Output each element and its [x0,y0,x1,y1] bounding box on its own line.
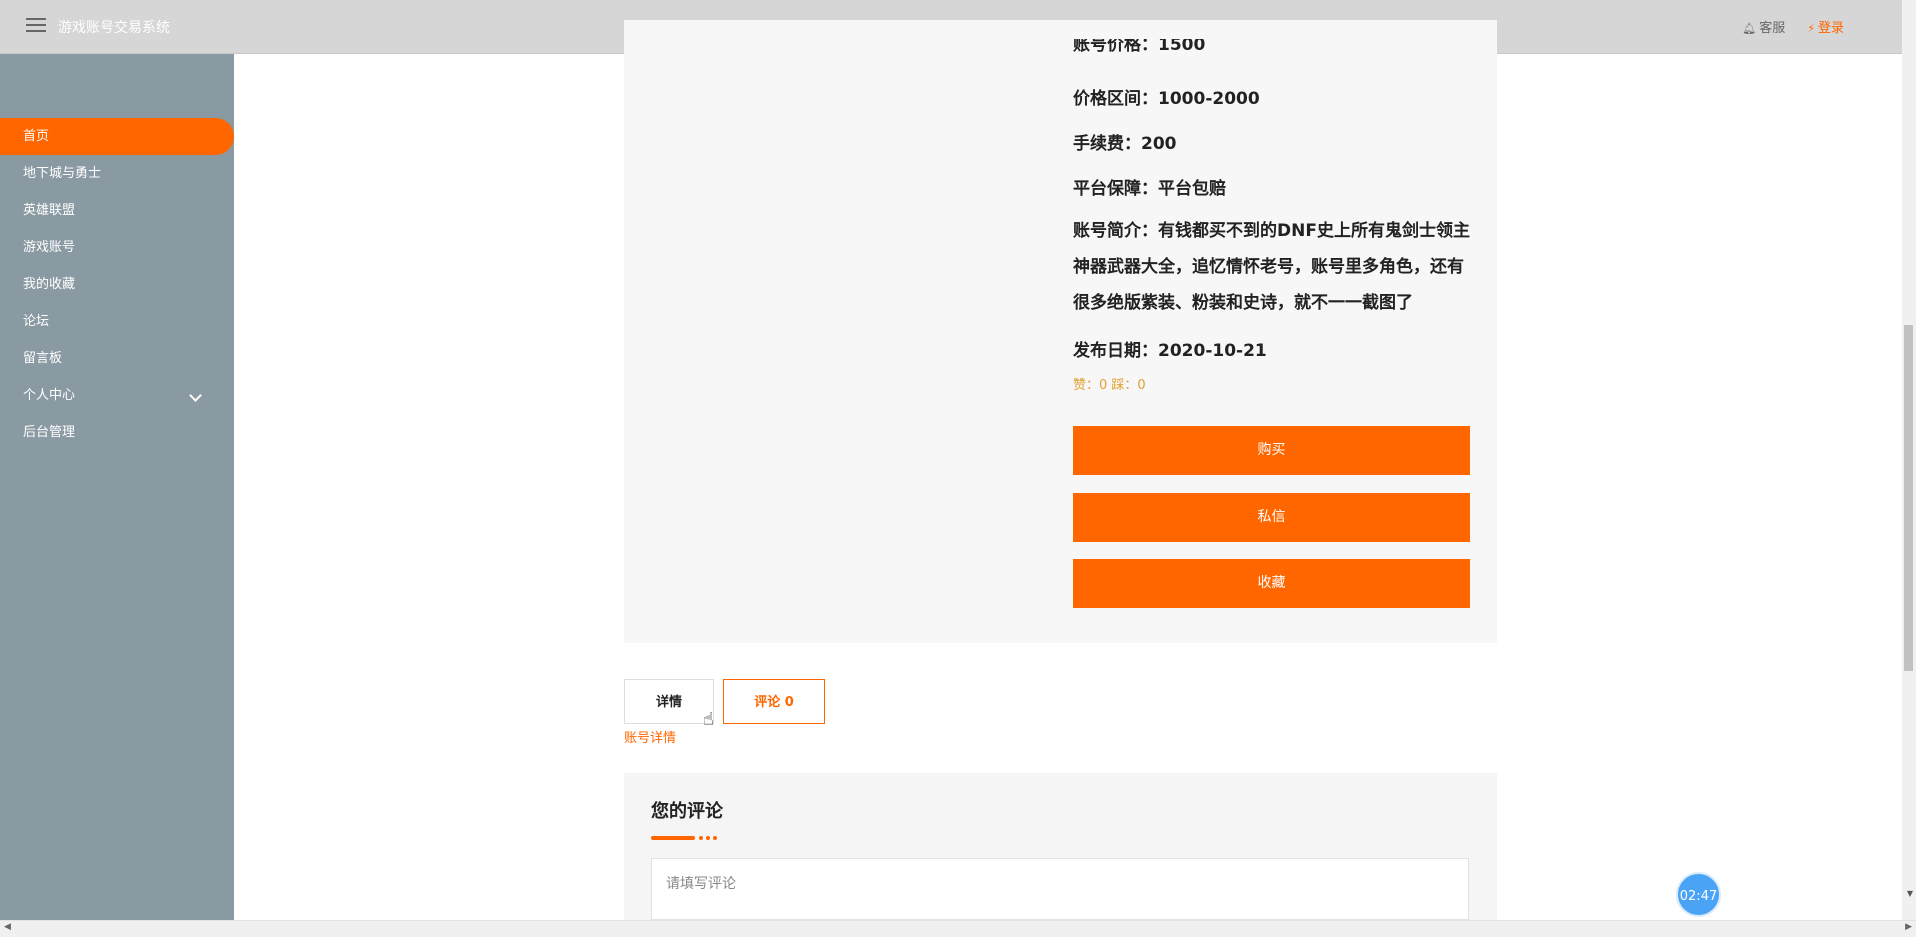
account-price-partial-text: 账号价格：1500 [1073,39,1206,53]
account-details-label: 账号详情 [624,731,677,746]
scroll-down-arrow-icon[interactable]: ▼ [1907,889,1913,898]
title-underline-dot [713,836,717,840]
sidebar-item-admin[interactable]: 后台管理 [0,414,234,451]
comment-input[interactable] [651,858,1469,920]
sidebar-item-label: 我的收藏 [23,277,76,292]
horizontal-scrollbar[interactable]: ◀ ▶ [0,920,1916,937]
top-right-actions: 🔔︎ 客服 ⚡︎ 登录 [1742,17,1844,36]
like-dislike-count: 赞：0 踩：0 [1073,378,1146,393]
app-title: 游戏账号交易系统 [58,20,170,36]
sidebar-item-lol[interactable]: 英雄联盟 [0,192,234,229]
service-fee: 手续费：200 [1073,134,1177,154]
vertical-scroll-thumb[interactable] [1904,325,1913,671]
menu-icon[interactable] [26,18,46,34]
title-underline-bar [651,836,695,840]
customer-service-label: 客服 [1759,21,1786,36]
account-detail-card [624,20,1497,643]
account-price-partial: 账号价格：1500 [1073,39,1205,53]
tab-comments[interactable]: 评论 0 [723,679,825,724]
private-message-button[interactable]: 私信 [1073,493,1470,542]
customer-service-link[interactable]: 🔔︎ 客服 [1742,17,1785,36]
price-range: 价格区间：1000-2000 [1073,89,1260,109]
sidebar-item-label: 个人中心 [23,388,76,403]
sidebar: 首页 地下城与勇士 英雄联盟 游戏账号 我的收藏 论坛 留言板 个人中心 后台管… [0,54,234,920]
favorite-button[interactable]: 收藏 [1073,559,1470,608]
sidebar-item-forum[interactable]: 论坛 [0,303,234,340]
scroll-left-arrow-icon[interactable]: ◀ [4,922,11,932]
publish-date: 发布日期：2020-10-21 [1073,341,1267,361]
timer-badge[interactable]: 02:47 [1676,872,1721,917]
vertical-scrollbar[interactable]: ▼ [1902,0,1916,920]
account-intro: 账号简介：有钱都买不到的DNF史上所有鬼剑士领主神器武器大全，追忆情怀老号，账号… [1073,221,1470,313]
sidebar-item-label: 英雄联盟 [23,203,76,218]
title-underline-dot [699,836,703,840]
sidebar-item-game-accounts[interactable]: 游戏账号 [0,229,234,266]
hand-cursor-icon: ☝︎ [703,709,714,730]
chevron-down-icon [189,389,202,402]
sidebar-item-guestbook[interactable]: 留言板 [0,340,234,377]
sidebar-item-personal-center[interactable]: 个人中心 [0,377,234,414]
platform-guarantee: 平台保障：平台包赔 [1073,179,1226,199]
buy-button[interactable]: 购买 [1073,426,1470,475]
tab-details[interactable]: 详情 [624,679,714,724]
title-underline-dot [706,836,710,840]
sidebar-item-label: 后台管理 [23,425,76,440]
scroll-right-arrow-icon[interactable]: ▶ [1905,922,1912,932]
sidebar-item-home[interactable]: 首页 [0,118,234,155]
sidebar-item-dnf[interactable]: 地下城与勇士 [0,155,234,192]
sidebar-nav: 首页 地下城与勇士 英雄联盟 游戏账号 我的收藏 论坛 留言板 个人中心 后台管… [0,118,234,451]
sidebar-item-label: 论坛 [23,314,50,329]
sidebar-item-label: 首页 [23,129,50,144]
lightning-icon: ⚡︎ [1807,22,1815,35]
sidebar-item-label: 游戏账号 [23,240,76,255]
sidebar-item-favorites[interactable]: 我的收藏 [0,266,234,303]
bell-icon: 🔔︎ [1742,22,1757,35]
login-label: 登录 [1817,21,1844,36]
login-link[interactable]: ⚡︎ 登录 [1807,17,1844,36]
sidebar-item-label: 留言板 [23,351,63,366]
sidebar-item-label: 地下城与勇士 [23,166,102,181]
comment-title: 您的评论 [651,801,723,822]
